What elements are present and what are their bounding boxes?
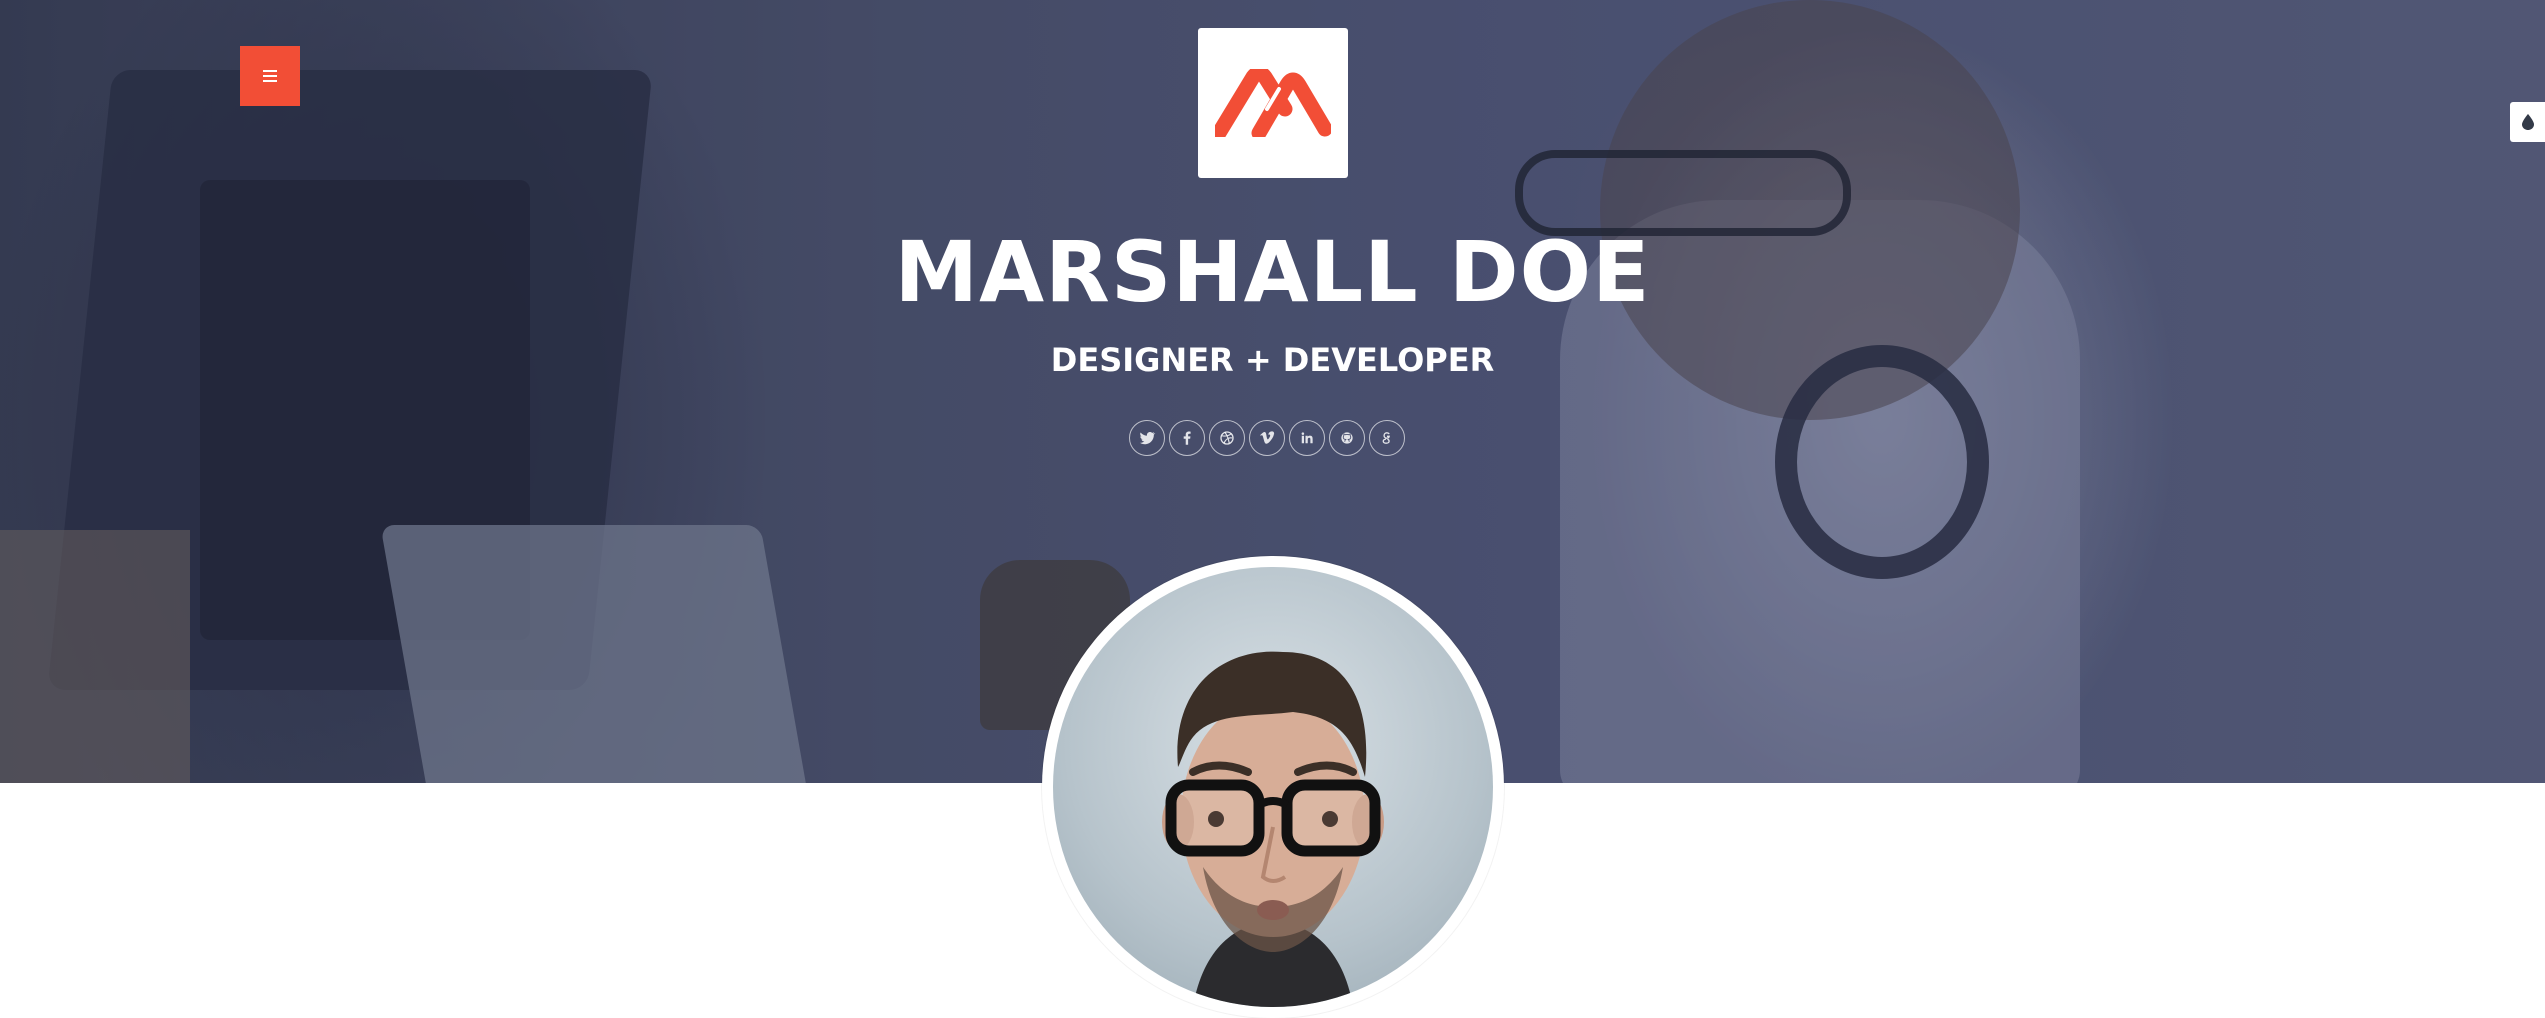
site-logo[interactable] xyxy=(1198,28,1348,178)
twitter-icon xyxy=(1139,431,1156,445)
social-link-github[interactable] xyxy=(1329,420,1365,456)
social-link-linkedin[interactable] xyxy=(1289,420,1325,456)
hamburger-icon xyxy=(263,70,277,82)
social-link-vimeo[interactable] xyxy=(1249,420,1285,456)
profile-name: MARSHALL DOE xyxy=(894,223,1651,321)
github-icon xyxy=(1341,432,1353,444)
avatar xyxy=(1053,567,1493,1007)
avatar-portrait xyxy=(1162,651,1384,1007)
social-link-dribbble[interactable] xyxy=(1209,420,1245,456)
social-link-twitter[interactable] xyxy=(1129,420,1165,456)
social-links xyxy=(1129,420,1405,458)
vimeo-icon xyxy=(1260,431,1275,444)
theme-switch-button[interactable] xyxy=(2510,102,2545,142)
linkedin-icon xyxy=(1301,432,1313,444)
menu-button[interactable] xyxy=(240,46,300,106)
profile-tagline: DESIGNER + DEVELOPER xyxy=(1050,341,1495,379)
social-link-google-plus[interactable] xyxy=(1369,420,1405,456)
logo-mark-icon xyxy=(1215,69,1331,137)
facebook-icon xyxy=(1183,431,1191,445)
droplet-icon xyxy=(2521,114,2534,130)
social-link-facebook[interactable] xyxy=(1169,420,1205,456)
dribbble-icon xyxy=(1220,431,1234,445)
google-plus-icon xyxy=(1382,432,1390,444)
